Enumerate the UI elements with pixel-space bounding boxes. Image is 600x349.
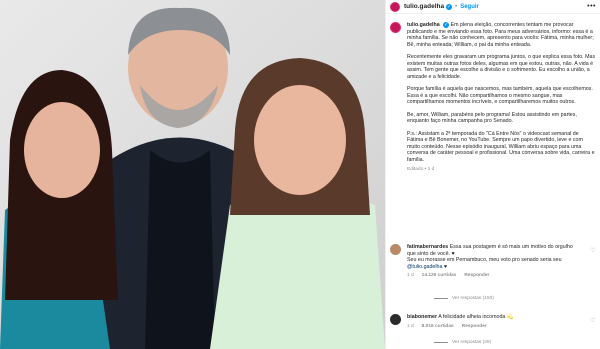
comment-text-continued: Seu eu morasse em Pernambuco, meu voto p… (407, 257, 562, 263)
woman-right-face (254, 85, 346, 195)
comment-avatar[interactable] (390, 314, 401, 325)
comment-meta: 1 d 8.016 curtidas Responder (407, 324, 582, 331)
caption-text-4: Be, amor, William, parabéns pelo program… (407, 111, 577, 125)
comment-meta: 1 d 14.125 curtidas Responder (407, 273, 582, 280)
post-side-panel: tulio.gadelha ✓ • Seguir ••• tulio.gadel… (385, 0, 600, 349)
verified-badge-icon: ✓ (446, 3, 453, 10)
view-replies-link[interactable]: Ver respostas (29) (434, 340, 491, 345)
caption-text-5: P.s.: Assistam a 2ª temporada do "Cá Ent… (407, 130, 595, 163)
comment-likes[interactable]: 14.125 curtidas (422, 273, 457, 280)
caption-verified-icon: ✓ (443, 22, 450, 28)
woman-left-face (24, 102, 100, 198)
caption-body: tulio.gadelha ✓ Em plena eleição, concor… (407, 22, 596, 174)
comment-time[interactable]: 1 d (407, 273, 414, 280)
comment-reply-button[interactable]: Responder (464, 273, 489, 280)
view-replies-label: Ver respostas (29) (452, 340, 492, 345)
view-replies-label: Ver respostas (150) (452, 296, 494, 301)
caption-meta: Editado • 1 d (407, 167, 596, 174)
comment-username[interactable]: biabonemer (407, 314, 437, 320)
caption-separator: • (424, 167, 427, 172)
view-replies-link[interactable]: Ver respostas (150) (434, 296, 494, 301)
caption-username[interactable]: tulio.gadelha (407, 22, 440, 28)
caption-avatar[interactable] (390, 22, 401, 33)
family-photo-illustration (0, 0, 385, 349)
comment-item: biabonemer A felicidade alheia incomoda … (390, 314, 596, 330)
author-username[interactable]: tulio.gadelha (404, 3, 444, 10)
caption-paragraph: tulio.gadelha ✓ Em plena eleição, concor… (407, 22, 596, 48)
comment-reply-button[interactable]: Responder (462, 324, 487, 331)
comment-item: fatimabernardes Essa sua postagem é só m… (390, 244, 596, 280)
post-caption: tulio.gadelha ✓ Em plena eleição, concor… (386, 14, 600, 174)
edited-label: Editado (407, 167, 424, 172)
follow-button[interactable]: Seguir (460, 4, 479, 10)
post-header: tulio.gadelha ✓ • Seguir ••• (386, 0, 600, 14)
comment-text: A felicidade alheia incomoda 💫 (438, 314, 514, 320)
caption-text-3: Porque família é aquela que nascemos, ma… (407, 86, 593, 105)
header-separator: • (455, 3, 458, 10)
post-photo[interactable] (0, 0, 385, 349)
replies-divider (434, 342, 448, 343)
caption-text-2: Recentemente eles gravaram um programa j… (407, 54, 596, 80)
caption-time[interactable]: 1 d (428, 167, 435, 172)
comment-avatar[interactable] (390, 244, 401, 255)
author-avatar[interactable] (390, 1, 400, 12)
comment-likes[interactable]: 8.016 curtidas (422, 324, 454, 331)
comment-username[interactable]: fatimabernardes (407, 244, 448, 250)
man-shirt (145, 150, 215, 349)
more-options-icon[interactable]: ••• (587, 3, 596, 10)
comment-mention[interactable]: @tulio.gadelha (407, 264, 442, 270)
comment-text-end: ♥ (443, 263, 448, 270)
comment-body: fatimabernardes Essa sua postagem é só m… (407, 244, 582, 280)
replies-divider (434, 298, 448, 299)
like-heart-icon[interactable]: ♡ (590, 248, 596, 254)
comment-time[interactable]: 1 d (407, 324, 414, 331)
like-heart-icon[interactable]: ♡ (590, 318, 596, 324)
comment-body: biabonemer A felicidade alheia incomoda … (407, 314, 582, 330)
